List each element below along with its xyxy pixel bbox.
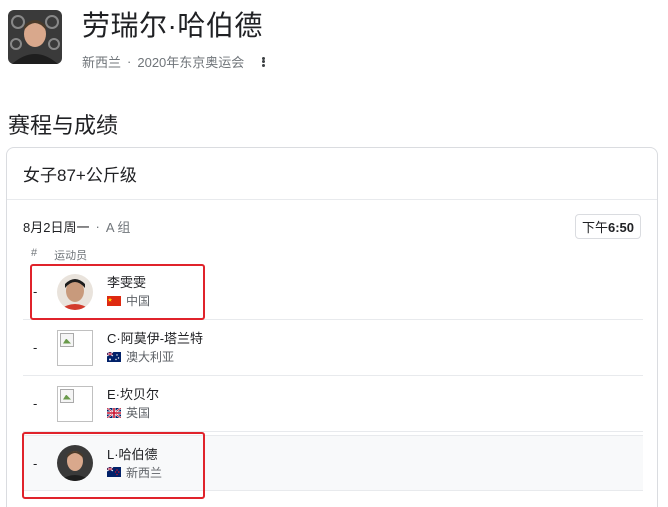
column-rank: # [31,247,38,259]
australia-flag-icon [107,351,121,362]
athlete-name-title: 劳瑞尔·哈伯德 [82,10,263,41]
athlete-rank: - [33,340,38,355]
section-title: 赛程与成绩 [8,113,119,138]
event-time-badge: 下午6:50 [574,214,641,239]
broken-image-icon [57,329,93,366]
athlete-country: 澳大利亚 [107,348,203,365]
highlight-box [30,264,205,320]
event-meta: 8月2日周一 · A 组 下午6:50 [23,214,641,239]
athlete-name: E·坎贝尔 [107,387,160,402]
profile-avatar[interactable] [8,10,62,64]
event-group: A 组 [105,220,131,235]
athlete-country: 新西兰 [82,55,122,70]
meta-separator: · [95,219,100,234]
highlight-box [22,432,205,499]
athlete-rank: - [33,396,38,411]
column-athlete: 运动员 [54,250,88,262]
athlete-row[interactable]: - C·阿莫伊-塔兰特 澳大利亚 [23,320,643,376]
athlete-event: 2020年东京奥运会 [137,55,245,70]
athlete-subtitle: 新西兰 · 2020年东京奥运会 [82,52,270,71]
profile-header: 劳瑞尔·哈伯德 新西兰 · 2020年东京奥运会 [8,10,270,71]
time-value: 6:50 [607,220,634,235]
athlete-row[interactable]: - E·坎贝尔 英国 [23,376,643,432]
athlete-name: C·阿莫伊-塔兰特 [107,331,204,346]
event-date: 8月2日周一 [23,220,90,235]
event-title[interactable]: 女子87+公斤级 [7,148,657,200]
subtitle-separator: · [127,54,132,69]
athlete-country: 英国 [107,404,159,421]
athlete-country-name: 澳大利亚 [126,350,175,364]
time-prefix: 下午 [581,220,608,235]
athlete-country-name: 英国 [126,406,151,420]
broken-image-icon [57,385,93,422]
more-options-icon[interactable] [256,54,270,70]
column-headers: # 运动员 [31,247,87,263]
uk-flag-icon [107,407,121,418]
